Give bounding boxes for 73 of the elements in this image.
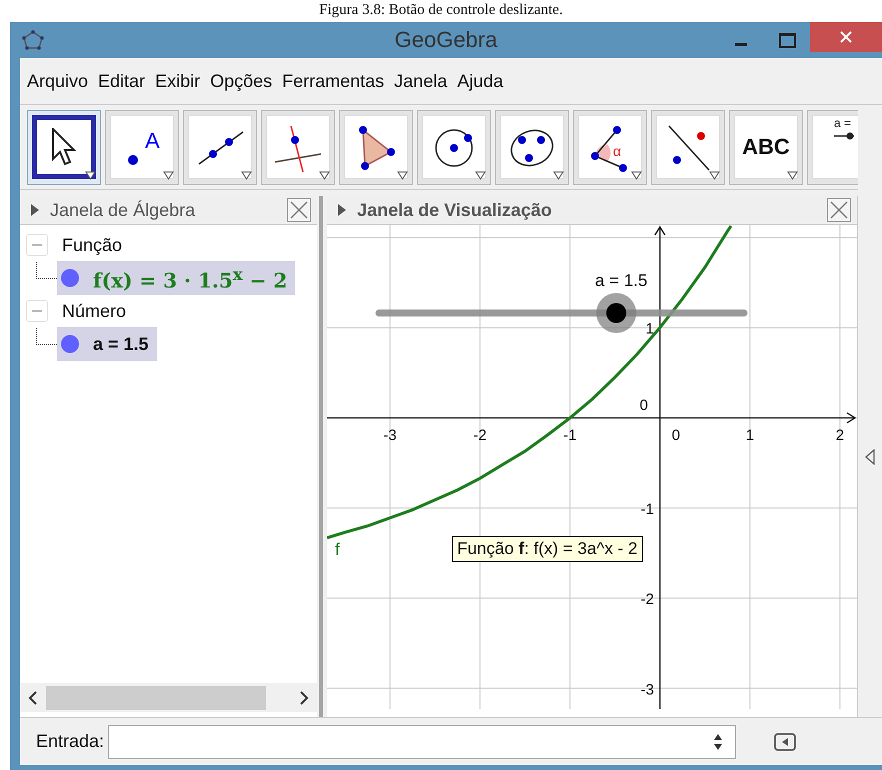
algebra-item[interactable]: f(x) = 3 · 1.5$^{x}$ − 2 xyxy=(57,261,296,295)
axis-tick-label: -2 xyxy=(473,426,487,444)
dropdown-triangle-icon[interactable] xyxy=(475,170,486,180)
slider-label: a = 1.5 xyxy=(595,271,648,290)
tool-button[interactable]: A xyxy=(105,110,179,184)
axis-tick-label: -1 xyxy=(640,501,654,518)
axis-tick-label: -1 xyxy=(563,426,577,444)
dropdown-triangle-icon[interactable] xyxy=(241,170,252,180)
menu-item[interactable]: Ajuda xyxy=(457,70,504,92)
origin-label: 0 xyxy=(640,396,648,414)
function-curve[interactable] xyxy=(327,225,732,540)
pentagon-icon xyxy=(22,30,44,50)
curve-label: f xyxy=(335,540,340,559)
figure-caption: Figura 3.8: Botão de controle deslizante. xyxy=(318,1,564,20)
window-title: GeoGebra xyxy=(394,27,498,53)
menu-item[interactable]: Exibir xyxy=(155,70,200,92)
collapse-toggle[interactable] xyxy=(26,300,48,322)
algebra-item[interactable]: a = 1.5 xyxy=(57,327,157,361)
close-icon[interactable] xyxy=(827,198,852,222)
close-icon[interactable] xyxy=(287,198,312,222)
collapse-toggle[interactable] xyxy=(26,234,48,256)
horizontal-scrollbar[interactable] xyxy=(20,683,318,712)
expand-icon[interactable] xyxy=(30,203,40,217)
tool-button[interactable]: α xyxy=(573,110,647,184)
menu-item[interactable]: Opções xyxy=(210,70,272,92)
axis-tick-label: -3 xyxy=(640,681,654,698)
tool-button[interactable]: ABC xyxy=(729,110,803,184)
chevron-right-icon[interactable] xyxy=(299,690,310,704)
collapse-arrow-icon[interactable] xyxy=(865,448,876,464)
tool-button[interactable] xyxy=(27,110,101,184)
dropdown-triangle-icon[interactable] xyxy=(85,170,96,180)
tooltip: Função f: f(x) = 3a^x - 2 xyxy=(452,536,643,562)
dropdown-triangle-icon[interactable] xyxy=(553,170,564,180)
group-label: Número xyxy=(62,300,126,322)
cursor-arrow-icon xyxy=(52,128,76,166)
close-button[interactable] xyxy=(810,22,882,52)
axis-tick-label: 1 xyxy=(746,426,754,444)
menu-item[interactable]: Ferramentas xyxy=(282,70,384,92)
axis-tick-label: 2 xyxy=(836,426,844,444)
close-icon xyxy=(839,30,853,44)
axis-tick-label: -2 xyxy=(640,591,654,608)
dropdown-triangle-icon[interactable] xyxy=(319,170,330,180)
tool-button[interactable] xyxy=(651,110,725,184)
keyboard-toggle-icon[interactable] xyxy=(774,732,796,750)
dropdown-triangle-icon[interactable] xyxy=(709,170,720,180)
menu-item[interactable]: Janela xyxy=(394,70,448,92)
menu-item[interactable]: Editar xyxy=(98,70,146,92)
tool-button[interactable] xyxy=(495,110,569,184)
dropdown-triangle-icon[interactable] xyxy=(631,170,642,180)
history-arrows-icon[interactable] xyxy=(713,732,724,750)
chevron-left-icon[interactable] xyxy=(28,690,38,704)
expand-icon[interactable] xyxy=(337,203,348,217)
panel-title: Janela de Visualização xyxy=(357,200,552,220)
axis-tick-label: 1 xyxy=(646,320,654,338)
dropdown-triangle-icon[interactable] xyxy=(787,170,798,180)
visibility-dot[interactable] xyxy=(61,335,79,353)
tool-button[interactable] xyxy=(183,110,257,184)
dropdown-triangle-icon[interactable] xyxy=(397,170,408,180)
slider-icon xyxy=(834,132,854,140)
dropdown-triangle-icon[interactable] xyxy=(163,170,174,180)
origin-label: 0 xyxy=(672,426,680,444)
tool-button[interactable] xyxy=(261,110,335,184)
input-label: Entrada: xyxy=(36,731,104,752)
axis-tick-label: -3 xyxy=(383,426,397,444)
group-label: Função xyxy=(62,234,122,256)
panel-title: Janela de Álgebra xyxy=(50,200,196,220)
tool-button[interactable] xyxy=(339,110,413,184)
slider[interactable] xyxy=(376,293,748,333)
menu-item[interactable]: Arquivo xyxy=(27,70,88,92)
tool-button[interactable] xyxy=(417,110,491,184)
visibility-dot[interactable] xyxy=(61,269,79,287)
tool-button[interactable]: a = xyxy=(807,110,858,184)
input-field[interactable] xyxy=(108,724,736,758)
